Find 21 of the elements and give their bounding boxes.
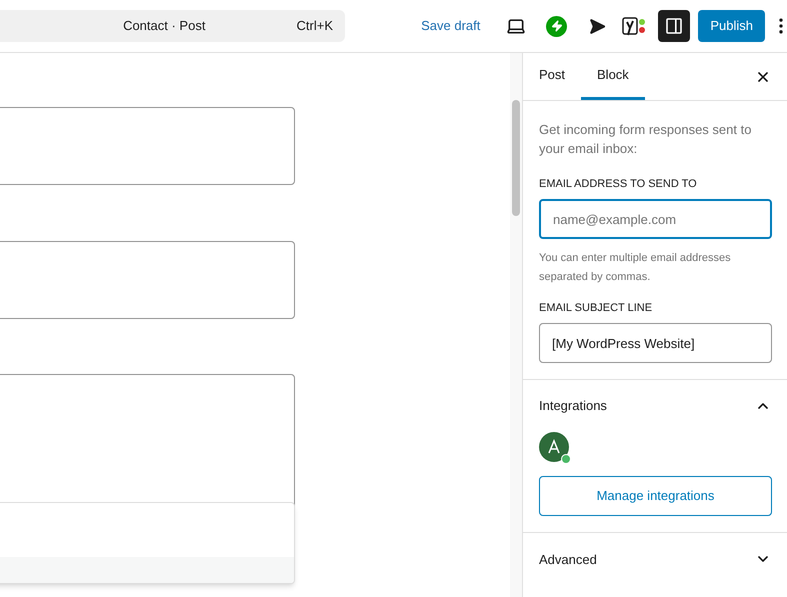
- save-draft-button[interactable]: Save draft: [413, 16, 488, 36]
- section-description: Get incoming form responses sent to your email inbox:: [539, 121, 752, 158]
- form-field[interactable]: [0, 107, 295, 185]
- scrollbar[interactable]: [510, 53, 522, 597]
- sidebar-toggle-button[interactable]: [658, 10, 690, 42]
- input-field[interactable]: [My WordPress Website]: [539, 323, 772, 363]
- section-toggle[interactable]: Integrations: [539, 396, 771, 416]
- help-text: You can enter multiple email addresses separated by commas.: [539, 251, 732, 285]
- sidebar-tab[interactable]: Post: [523, 53, 582, 100]
- form-field[interactable]: [0, 241, 295, 319]
- field-label: EMAIL ADDRESS TO SEND TO: [539, 177, 698, 191]
- avatar-icon: [539, 432, 569, 462]
- bolt-icon[interactable]: [546, 16, 568, 36]
- sidebar-icon: [665, 17, 684, 35]
- publish-button[interactable]: Publish: [698, 10, 765, 42]
- section-toggle[interactable]: Advanced: [539, 550, 771, 569]
- input-field[interactable]: name@example.com: [539, 199, 772, 239]
- manage-integrations-button[interactable]: Manage integrations: [539, 476, 772, 516]
- field-label: EMAIL SUBJECT LINE: [539, 301, 654, 315]
- sidebar-tab[interactable]: Block: [581, 53, 645, 100]
- command-bar[interactable]: Contact · Post Ctrl+K: [0, 10, 345, 42]
